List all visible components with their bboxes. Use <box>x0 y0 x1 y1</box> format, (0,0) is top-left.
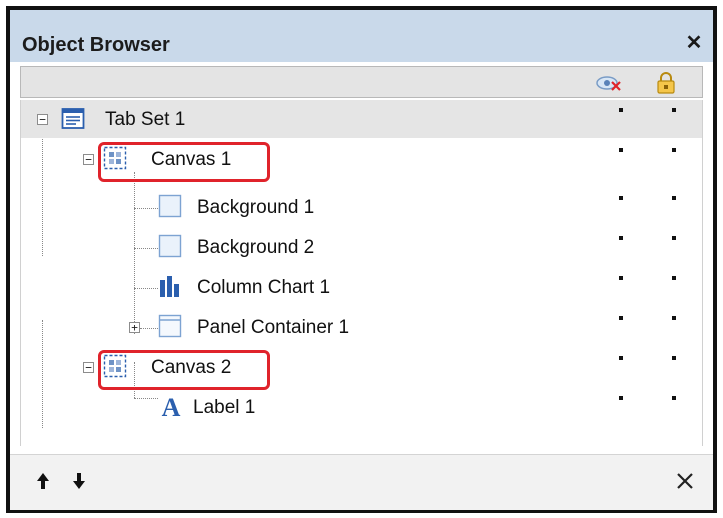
visibility-toggle[interactable] <box>619 236 623 240</box>
visibility-toggle[interactable] <box>619 316 623 320</box>
lock-toggle[interactable] <box>672 396 676 400</box>
lock-toggle[interactable] <box>672 148 676 152</box>
background-icon <box>158 194 182 218</box>
lock-toggle[interactable] <box>672 316 676 320</box>
collapse-toggle[interactable]: − <box>37 114 48 125</box>
arrow-down-icon[interactable] <box>68 469 90 493</box>
expand-toggle[interactable]: + <box>129 322 140 333</box>
tree-item-label: Background 1 <box>197 197 315 218</box>
visibility-toggle[interactable] <box>619 276 623 280</box>
tree-item-label: Tab Set 1 <box>105 109 186 130</box>
collapse-toggle[interactable]: − <box>83 362 94 373</box>
visibility-toggle[interactable] <box>619 196 623 200</box>
highlight-annotation <box>98 350 270 390</box>
footer-toolbar <box>10 454 713 510</box>
eye-hidden-icon[interactable] <box>596 72 622 94</box>
title-bar: Object Browser ✕ <box>10 10 713 62</box>
svg-text:A: A <box>162 394 181 420</box>
lock-toggle[interactable] <box>672 236 676 240</box>
label-icon: A <box>162 394 181 420</box>
tree-item-label: Panel Container 1 <box>197 317 350 338</box>
panel-title: Object Browser <box>22 34 170 56</box>
lock-toggle[interactable] <box>672 196 676 200</box>
column-header <box>20 66 703 98</box>
lock-toggle[interactable] <box>672 108 676 112</box>
background-icon <box>158 234 182 258</box>
tree-item-background-2[interactable]: Background 2 <box>21 228 702 266</box>
delete-icon[interactable] <box>674 469 696 493</box>
visibility-toggle[interactable] <box>619 148 623 152</box>
lock-icon[interactable] <box>653 72 679 94</box>
lock-toggle[interactable] <box>672 276 676 280</box>
collapse-toggle[interactable]: − <box>83 154 94 165</box>
highlight-annotation <box>98 142 270 182</box>
tree-item-label: Column Chart 1 <box>197 277 331 298</box>
lock-toggle[interactable] <box>672 356 676 360</box>
tree-item-label: Label 1 <box>193 397 256 418</box>
tree-item-tab-set-1[interactable]: − Tab Set 1 <box>21 100 702 138</box>
object-tree: − Tab Set 1 − Canvas 1 Background 1 Back… <box>20 100 703 446</box>
tree-item-label: Background 2 <box>197 237 315 258</box>
panel-container-icon <box>158 314 182 338</box>
visibility-toggle[interactable] <box>619 108 623 112</box>
tree-item-label-1[interactable]: A Label 1 <box>21 388 702 426</box>
tree-item-background-1[interactable]: Background 1 <box>21 188 702 226</box>
tab-set-icon <box>61 108 85 129</box>
column-chart-icon <box>160 276 179 297</box>
tree-item-panel-container-1[interactable]: + Panel Container 1 <box>21 308 702 346</box>
object-browser-panel: Object Browser ✕ − Tab Set 1 − Canvas 1 … <box>6 6 717 513</box>
visibility-toggle[interactable] <box>619 356 623 360</box>
visibility-toggle[interactable] <box>619 396 623 400</box>
tree-item-column-chart-1[interactable]: Column Chart 1 <box>21 268 702 306</box>
close-icon[interactable]: ✕ <box>683 32 705 54</box>
arrow-up-icon[interactable] <box>32 469 54 493</box>
